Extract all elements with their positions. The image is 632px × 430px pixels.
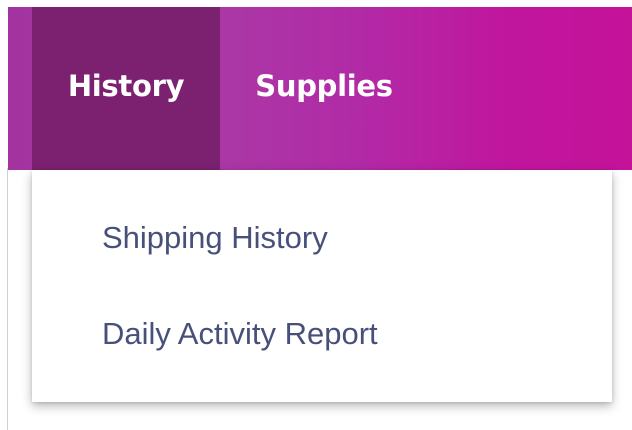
nav-tab-history-label: History [67, 68, 185, 103]
nav-tab-supplies-label: Supplies [255, 68, 393, 103]
nav-tab-supplies[interactable]: Supplies [240, 7, 408, 170]
history-dropdown-menu: Shipping History Daily Activity Report [32, 170, 612, 402]
top-navigation-bar: History Supplies [8, 7, 632, 170]
nav-tab-history[interactable]: History [32, 7, 220, 170]
app-frame: History Supplies Shipping History Daily … [0, 0, 632, 430]
menu-item-daily-activity-report[interactable]: Daily Activity Report [102, 316, 378, 352]
menu-item-shipping-history[interactable]: Shipping History [102, 220, 328, 256]
page-divider [7, 168, 8, 430]
